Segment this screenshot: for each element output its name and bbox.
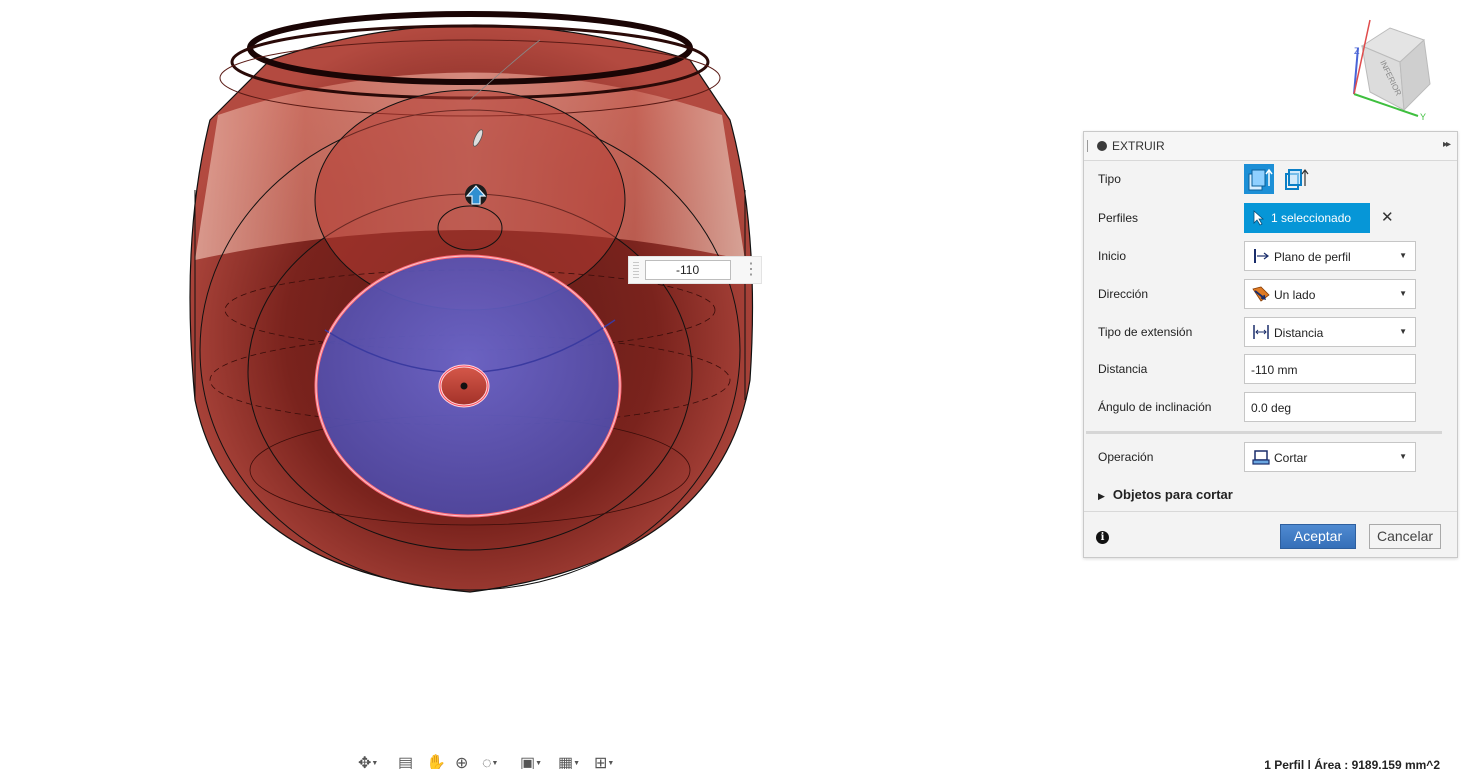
row-extent-type: Tipo de extensión Distancia ▼ bbox=[1084, 317, 1457, 347]
orbit-icon[interactable]: ✥▼ bbox=[358, 756, 378, 769]
solid-extrude-icon bbox=[1248, 168, 1273, 191]
objects-to-cut-label: Objetos para cortar bbox=[1112, 487, 1233, 502]
status-measure-text: 1 Perfil | Área : 9189.159 mm^2 bbox=[1264, 758, 1440, 769]
profiles-label: Perfiles bbox=[1098, 211, 1139, 225]
grid-icon[interactable]: ▦▼ bbox=[558, 756, 580, 769]
axis-y-label: Y bbox=[1420, 112, 1426, 122]
dialog-title: EXTRUIR bbox=[1112, 139, 1165, 153]
cursor-arrow-icon bbox=[1253, 210, 1265, 226]
extent-type-value: Distancia bbox=[1274, 326, 1324, 340]
objects-to-cut-section[interactable]: ▶ Objetos para cortar bbox=[1098, 487, 1233, 502]
navigation-toolbar: ✥▼ ▤ ✋ ⊕ ◌▼ ▣▼ ▦▼ ⊞▼ bbox=[354, 754, 654, 769]
profile-plane-icon bbox=[1254, 249, 1269, 263]
clear-selection-icon[interactable]: ✕ bbox=[1381, 208, 1394, 226]
info-icon[interactable]: i bbox=[1096, 531, 1109, 544]
display-settings-icon[interactable]: ▣▼ bbox=[520, 756, 542, 769]
distance-icon bbox=[1253, 325, 1269, 339]
extent-type-label: Tipo de extensión bbox=[1098, 325, 1193, 339]
taper-angle-value: 0.0 deg bbox=[1251, 401, 1292, 415]
one-side-icon bbox=[1252, 286, 1270, 302]
profiles-selection-button[interactable]: 1 seleccionado bbox=[1244, 203, 1370, 233]
look-at-icon[interactable]: ▤ bbox=[398, 756, 413, 769]
chevron-down-icon: ▼ bbox=[1399, 452, 1407, 461]
row-type: Tipo bbox=[1084, 164, 1457, 194]
drag-grip[interactable] bbox=[633, 262, 639, 278]
start-value: Plano de perfil bbox=[1274, 250, 1351, 264]
row-direction: Dirección Un lado ▼ bbox=[1084, 279, 1457, 309]
start-dropdown[interactable]: Plano de perfil ▼ bbox=[1244, 241, 1416, 271]
footer-divider bbox=[1084, 511, 1457, 512]
dialog-header: EXTRUIR ▸▸ bbox=[1084, 132, 1457, 161]
zoom-icon[interactable]: ⊕ bbox=[455, 756, 468, 769]
type-label: Tipo bbox=[1098, 172, 1121, 186]
chevron-down-icon: ▼ bbox=[1399, 289, 1407, 298]
direction-dropdown[interactable]: Un lado ▼ bbox=[1244, 279, 1416, 309]
distance-dimension-field[interactable]: -110 bbox=[645, 260, 731, 280]
viewports-icon[interactable]: ⊞▼ bbox=[594, 756, 614, 769]
thin-extrude-type-button[interactable] bbox=[1280, 164, 1310, 194]
profiles-selection-text: 1 seleccionado bbox=[1271, 211, 1352, 225]
taper-angle-label: Ángulo de inclinación bbox=[1098, 400, 1212, 414]
expand-icon[interactable]: ▸▸ bbox=[1443, 139, 1451, 150]
taper-angle-field[interactable]: 0.0 deg bbox=[1244, 392, 1416, 422]
distance-value: -110 mm bbox=[1251, 363, 1298, 377]
drag-handle-icon[interactable] bbox=[1087, 140, 1089, 152]
row-profiles: Perfiles 1 seleccionado ✕ bbox=[1084, 203, 1457, 233]
extrude-arrow-manipulator[interactable] bbox=[465, 184, 487, 206]
dimension-input-box: -110 ⋮ bbox=[628, 256, 762, 284]
ok-button[interactable]: Aceptar bbox=[1280, 524, 1356, 549]
section-divider bbox=[1086, 431, 1442, 434]
operation-dropdown[interactable]: Cortar ▼ bbox=[1244, 442, 1416, 472]
solid-extrude-type-button[interactable] bbox=[1244, 164, 1274, 194]
viewcube[interactable]: INFERIOR Z Y bbox=[1340, 14, 1436, 122]
expand-triangle-icon: ▶ bbox=[1098, 491, 1105, 501]
row-distance: Distancia -110 mm bbox=[1084, 354, 1457, 384]
extrude-dialog: EXTRUIR ▸▸ Tipo Perfiles 1 seleccionado … bbox=[1083, 131, 1458, 558]
selected-profile[interactable] bbox=[314, 254, 622, 518]
row-taper-angle: Ángulo de inclinación 0.0 deg bbox=[1084, 392, 1457, 422]
chevron-down-icon: ▼ bbox=[1399, 251, 1407, 260]
direction-label: Dirección bbox=[1098, 287, 1149, 301]
start-label: Inicio bbox=[1098, 249, 1127, 263]
operation-label: Operación bbox=[1098, 450, 1154, 464]
record-icon bbox=[1097, 141, 1107, 151]
distance-field[interactable]: -110 mm bbox=[1244, 354, 1416, 384]
cut-icon bbox=[1252, 450, 1270, 465]
axis-z-label: Z bbox=[1354, 46, 1360, 56]
row-start: Inicio Plano de perfil ▼ bbox=[1084, 241, 1457, 271]
fit-icon[interactable]: ◌▼ bbox=[482, 756, 498, 769]
pan-icon[interactable]: ✋ bbox=[426, 756, 446, 769]
cancel-button[interactable]: Cancelar bbox=[1369, 524, 1441, 549]
chevron-down-icon: ▼ bbox=[1399, 327, 1407, 336]
thin-extrude-icon bbox=[1285, 169, 1309, 190]
row-operation: Operación Cortar ▼ bbox=[1084, 442, 1457, 472]
distance-dimension-value: -110 bbox=[676, 263, 700, 277]
extent-type-dropdown[interactable]: Distancia ▼ bbox=[1244, 317, 1416, 347]
operation-value: Cortar bbox=[1274, 451, 1308, 465]
direction-value: Un lado bbox=[1274, 288, 1316, 302]
distance-label: Distancia bbox=[1098, 362, 1148, 376]
more-options-icon[interactable]: ⋮ bbox=[743, 259, 759, 279]
